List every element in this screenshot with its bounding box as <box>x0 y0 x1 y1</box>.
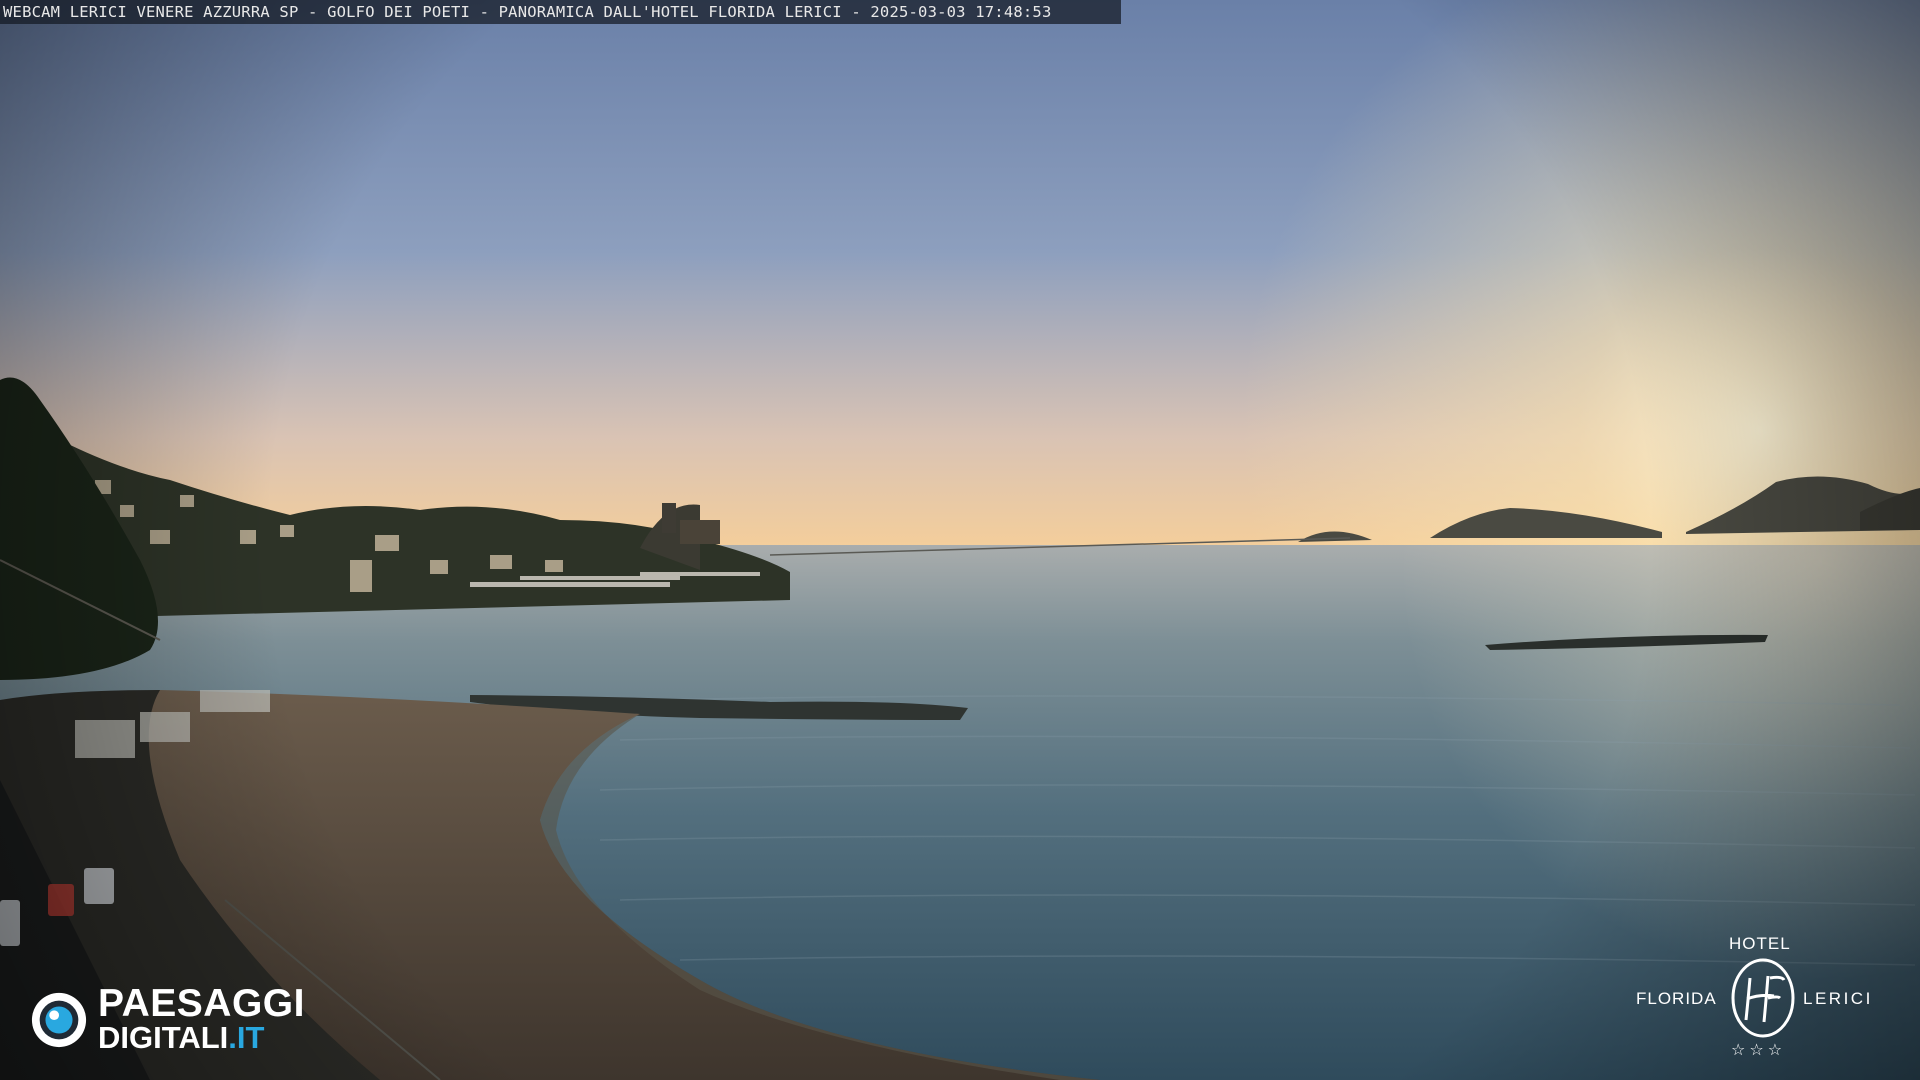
webcam-caption: WEBCAM LERICI VENERE AZZURRA SP - GOLFO … <box>0 0 1121 24</box>
hotel-stars: ☆☆☆ <box>1731 1040 1787 1059</box>
logo-line1: PAESAGGI <box>98 982 305 1025</box>
logo-line2: DIGITALI.IT <box>98 1022 264 1054</box>
paesaggi-digitali-logo: PAESAGGI DIGITALI.IT <box>30 982 330 1056</box>
webcam-frame: WEBCAM LERICI VENERE AZZURRA SP - GOLFO … <box>0 0 1920 1080</box>
hotel-florida-logo: HOTEL FLORIDA LERICI ☆☆☆ <box>1630 934 1890 1064</box>
logo-line2-main: DIGITALI <box>98 1020 229 1055</box>
gulf-panorama <box>0 0 1920 1080</box>
eye-icon <box>31 992 87 1048</box>
logo-line2-tld: .IT <box>228 1020 265 1055</box>
vignette <box>0 0 1920 1080</box>
hotel-label: HOTEL <box>1729 934 1791 953</box>
florida-label: FLORIDA <box>1636 989 1717 1008</box>
lerici-label: LERICI <box>1803 989 1873 1008</box>
hotel-monogram-icon <box>1731 958 1795 1038</box>
